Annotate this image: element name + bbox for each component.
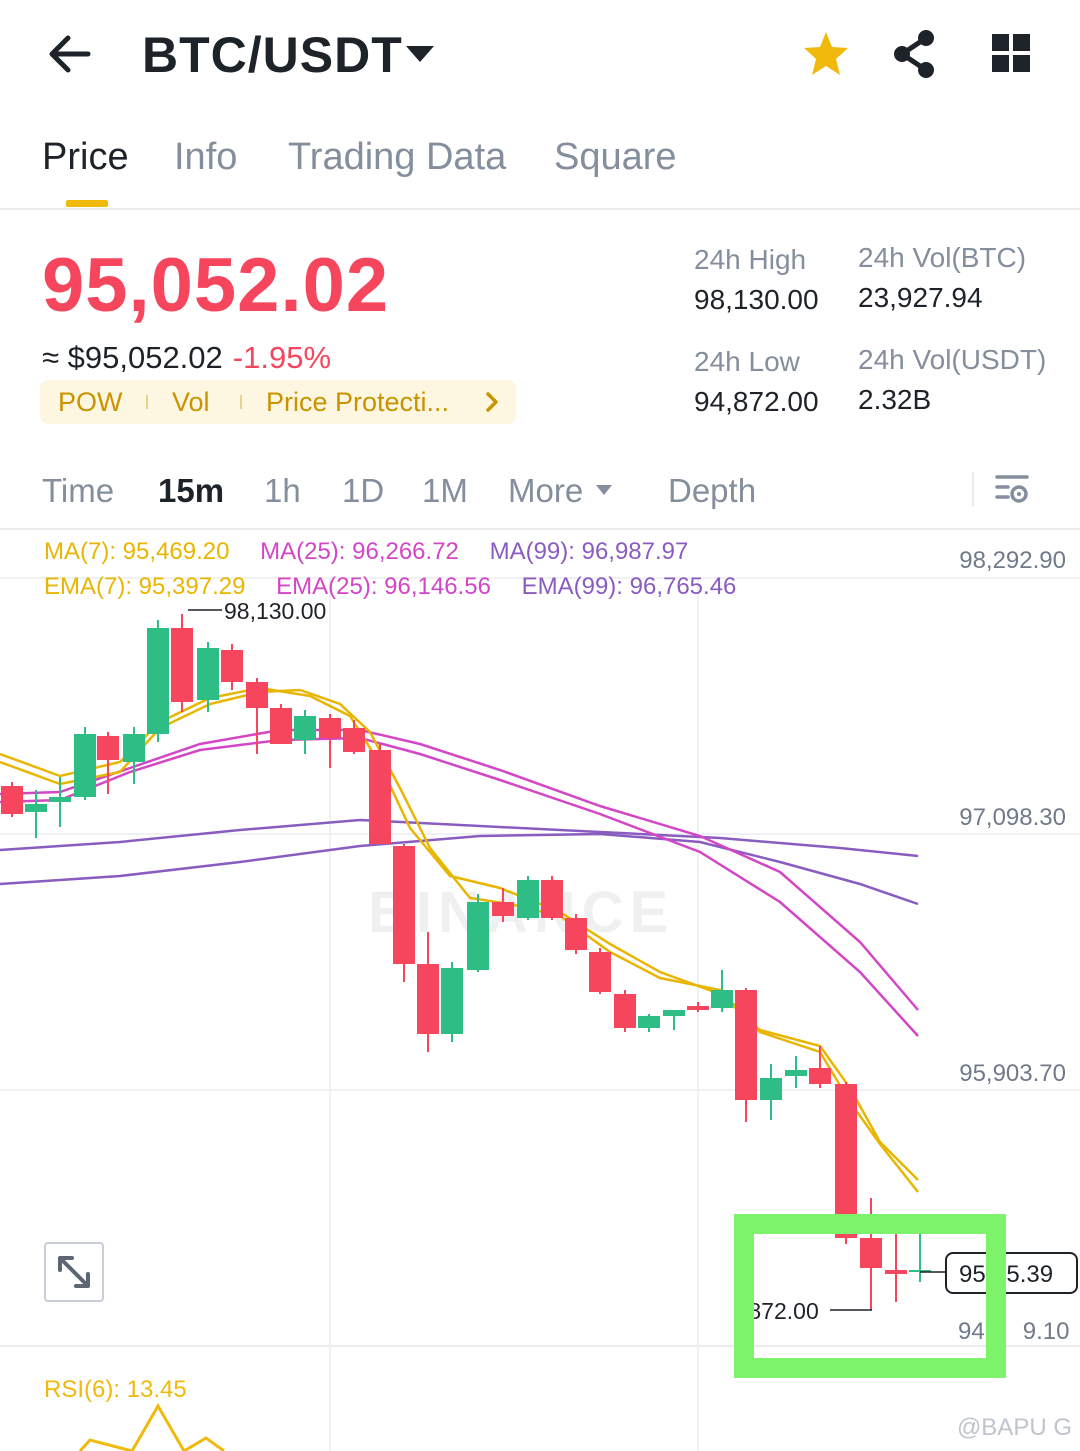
- candle: [319, 714, 341, 768]
- tab-price[interactable]: Price: [42, 136, 129, 179]
- candle: [589, 948, 611, 994]
- tag-pow[interactable]: POW: [58, 387, 123, 418]
- main-tabs: Price Info Trading Data Square: [0, 120, 1080, 210]
- ma7-legend: MA(7): 95,469.20: [44, 538, 230, 565]
- tag-divider: [146, 395, 148, 409]
- candle: [565, 914, 587, 954]
- ma-legend: MA(7): 95,469.20 MA(25): 96,266.72 MA(99…: [44, 538, 712, 566]
- stat-high-label: 24h High: [694, 244, 807, 275]
- tab-square[interactable]: Square: [554, 136, 677, 179]
- candle: [123, 727, 145, 784]
- chart-settings-icon[interactable]: [994, 472, 1032, 513]
- caret-down-icon[interactable]: [594, 482, 614, 503]
- high-marker-label: 98,130.00: [224, 598, 327, 624]
- approx-usd-price: ≈ $95,052.02: [42, 340, 223, 375]
- candle: [270, 704, 292, 744]
- axis-label: 97,098.30: [959, 804, 1066, 831]
- grid-menu-icon[interactable]: [984, 26, 1040, 82]
- share-icon[interactable]: [886, 26, 942, 82]
- top-bar: BTC/USDT: [0, 0, 1080, 108]
- fullscreen-expand-icon[interactable]: [44, 1242, 104, 1302]
- candle: [294, 710, 316, 754]
- tab-trading-data[interactable]: Trading Data: [288, 136, 506, 179]
- candle: [417, 932, 439, 1052]
- interval-1m[interactable]: 1M: [422, 472, 468, 510]
- stat-vol-btc-label: 24h Vol(BTC): [858, 242, 1027, 273]
- interval-depth[interactable]: Depth: [668, 472, 756, 510]
- highlight-annotation-box: [734, 1214, 1006, 1378]
- star-icon[interactable]: [798, 26, 854, 82]
- candle: [369, 744, 391, 844]
- candle: [735, 988, 757, 1122]
- stat-vol-usdt-label: 24h Vol(USDT): [858, 344, 1047, 375]
- stat-vol-usdt-value: 2.32B: [858, 384, 932, 415]
- ema7-legend: EMA(7): 95,397.29: [44, 573, 246, 600]
- price-change-percent: -1.95%: [232, 340, 332, 375]
- interval-divider: [972, 472, 974, 506]
- back-arrow-icon[interactable]: [40, 26, 100, 82]
- candle: [74, 727, 96, 800]
- candle: [171, 614, 193, 712]
- interval-more[interactable]: More: [508, 472, 583, 510]
- ma99-legend: MA(99): 96,987.97: [489, 538, 689, 565]
- last-price: 95,052.02: [42, 243, 390, 328]
- candle: [687, 1002, 709, 1012]
- interval-1h[interactable]: 1h: [264, 472, 301, 510]
- pair-title[interactable]: BTC/USDT: [142, 26, 403, 84]
- candle: [785, 1056, 807, 1088]
- tag-vol[interactable]: Vol: [172, 387, 210, 418]
- candle: [221, 644, 243, 690]
- candlestick-chart[interactable]: BINANCE MA(7): 95,469.20 MA(25): 96,266.…: [0, 532, 1080, 1451]
- active-tab-indicator: [66, 200, 108, 207]
- candles: [1, 614, 931, 1310]
- stat-low-label: 24h Low: [694, 346, 800, 377]
- ema25-legend: EMA(25): 96,146.56: [276, 573, 491, 600]
- axis-label: 95,903.70: [959, 1060, 1066, 1087]
- stat-vol-btc-value: 23,927.94: [858, 282, 983, 313]
- candle: [663, 1010, 685, 1030]
- axis-label: 98,292.90: [959, 547, 1066, 574]
- candle: [517, 876, 539, 920]
- candle: [467, 894, 489, 972]
- interval-1d[interactable]: 1D: [342, 472, 384, 510]
- credit-watermark: @BAPU G: [956, 1414, 1072, 1441]
- candle: [25, 790, 47, 838]
- ma25-legend: MA(25): 96,266.72: [260, 538, 459, 565]
- axis-label-partial-tail: 9.10: [1022, 1318, 1070, 1345]
- current-price-tag-tail: 5.39: [1006, 1261, 1054, 1288]
- candle: [760, 1064, 782, 1120]
- ema99-legend: EMA(99): 96,765.46: [521, 573, 737, 600]
- tag-bar[interactable]: POW Vol Price Protecti...: [40, 380, 516, 424]
- price-usd-row: ≈ $95,052.02 -1.95%: [42, 340, 331, 376]
- caret-down-icon[interactable]: [400, 36, 440, 72]
- candle: [638, 1014, 660, 1032]
- stat-low-value: 94,872.00: [694, 386, 819, 417]
- tab-info[interactable]: Info: [174, 136, 237, 179]
- interval-bar: Time 15m 1h 1D 1M More Depth: [0, 460, 1080, 530]
- rsi-legend: RSI(6): 13.45: [44, 1376, 187, 1403]
- candle: [441, 962, 463, 1042]
- candle: [393, 844, 415, 982]
- candle: [614, 990, 636, 1032]
- ema-legend: EMA(7): 95,397.29 EMA(25): 96,146.56 EMA…: [44, 573, 760, 601]
- candle: [49, 777, 71, 827]
- interval-15m[interactable]: 15m: [158, 472, 224, 510]
- interval-time[interactable]: Time: [42, 472, 114, 510]
- chevron-right-icon[interactable]: [480, 388, 504, 423]
- candle: [1, 782, 23, 817]
- stat-high-value: 98,130.00: [694, 284, 819, 315]
- tag-divider: [240, 395, 242, 409]
- candle: [147, 620, 169, 742]
- candle: [711, 970, 733, 1012]
- tag-price-protection[interactable]: Price Protecti...: [266, 387, 449, 418]
- candle: [541, 876, 563, 920]
- rsi-line: [78, 1403, 225, 1451]
